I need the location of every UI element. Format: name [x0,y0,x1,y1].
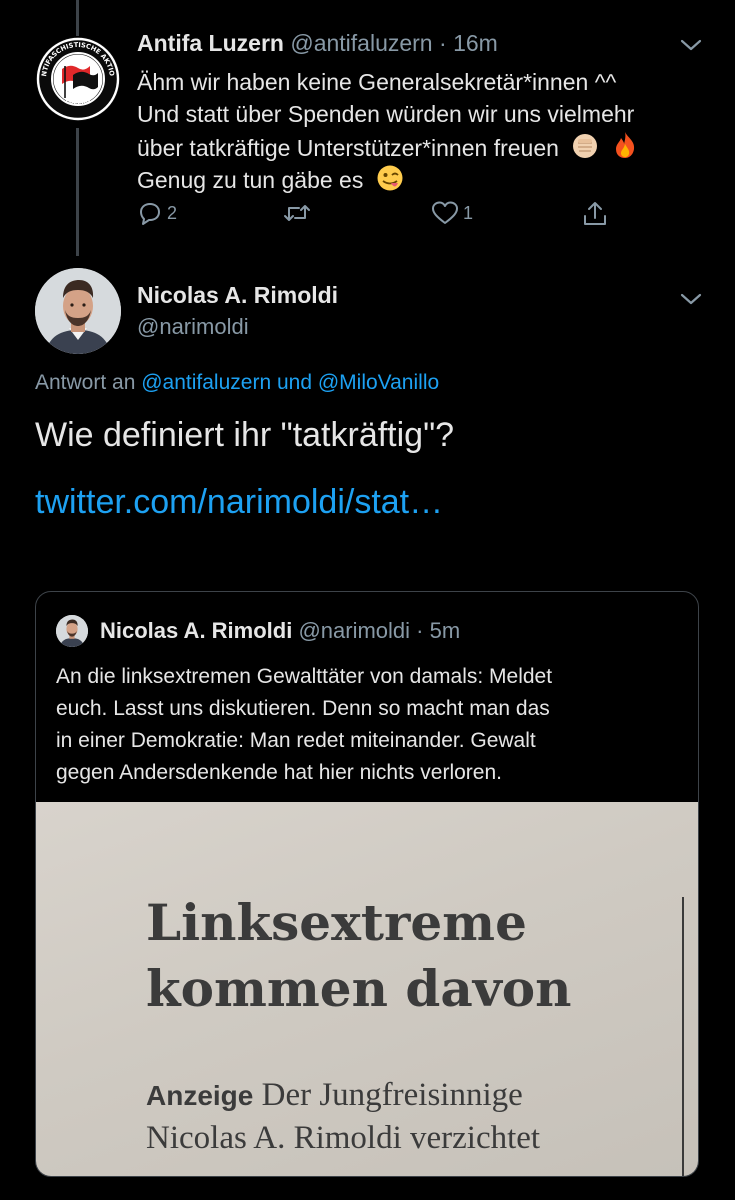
author-handle[interactable]: @narimoldi [137,314,249,340]
fist-emoji [573,134,598,158]
fire-emoji [615,132,634,158]
like-count: 1 [463,202,474,223]
heart-icon [432,201,458,224]
newspaper-clipping-image[interactable]: Linksextreme kommen davon Anzeige Der Ju… [36,802,698,1176]
meta-separator: · [416,618,424,643]
retweet-icon [284,205,310,221]
quote-line: euch. Lasst uns diskutieren. Denn so mac… [56,697,550,720]
reply-count: 2 [167,202,178,223]
tweet-line: Ähm wir haben keine Generalsekretär*inne… [137,69,617,95]
meta-separator: · [439,30,447,56]
headline-line: Linksextreme [146,893,527,952]
tweet-time[interactable]: 16m [453,30,498,56]
newspaper-body: Anzeige Der Jungfreisinnige Nicolas A. R… [146,1074,540,1159]
avatar-nicolas-rimoldi-small[interactable] [56,615,88,647]
author-name[interactable]: Antifa Luzern [137,30,284,56]
avatar-nicolas-rimoldi[interactable] [35,268,121,354]
article-line: Der Jungfreisinnige [261,1077,523,1113]
quote-line: An die linksextremen Gewalttäter von dam… [56,665,553,688]
reply-prefix: Antwort an [35,371,136,394]
quoted-tweet-card[interactable]: Nicolas A. Rimoldi @narimoldi · 5m An di… [35,591,699,1177]
author-name[interactable]: Nicolas A. Rimoldi [100,618,292,643]
tweet-actions: 2 1 [137,200,617,230]
like-button[interactable]: 1 [431,200,473,226]
tweet-link[interactable]: twitter.com/narimoldi/stat… [35,483,443,522]
mention-link[interactable]: @MiloVanillo [318,371,439,394]
profile-photo [35,268,121,354]
reply-joiner: und [276,371,313,394]
quote-line: gegen Andersdenkende hat hier nichts ver… [56,761,502,784]
author-handle[interactable]: @antifaluzern [290,30,432,56]
article-line: Nicolas A. Rimoldi verzichtet [146,1120,541,1156]
winking-tongue-emoji [377,165,403,191]
reply-button[interactable]: 2 [137,200,177,226]
quote-line: in einer Demokratie: Man redet miteinand… [56,729,536,752]
quote-text: An die linksextremen Gewalttäter von dam… [56,661,686,789]
antifa-logo-icon: ANTIFASCHISTISCHE AKTION LUZERN [35,36,120,121]
tweet-line: über tatkräftige Unterstützer*innen freu… [137,135,559,161]
retweet-button[interactable] [283,200,315,226]
newspaper-headline: Linksextreme kommen davon [146,890,572,1022]
profile-photo [56,615,88,647]
reply-icon [140,203,160,225]
tweet-text: Ähm wir haben keine Generalsekretär*inne… [137,66,717,196]
reply-context: Antwort an @antifaluzern und @MiloVanill… [35,371,439,395]
tweet-line: Und statt über Spenden würden wir uns vi… [137,101,635,127]
headline-line: kommen davon [146,959,572,1018]
quote-header: Nicolas A. Rimoldi @narimoldi · 5m [100,618,460,644]
tweet-line-with-emoji: Genug zu tun gäbe es [137,164,717,196]
mention-link[interactable]: @antifaluzern [141,371,271,394]
avatar-antifa-luzern[interactable]: ANTIFASCHISTISCHE AKTION LUZERN [35,36,121,122]
share-button[interactable] [582,200,608,228]
chevron-down-icon[interactable] [680,38,702,52]
chevron-down-icon[interactable] [680,292,702,306]
author-handle[interactable]: @narimoldi [298,618,410,643]
tweet-text: Wie definiert ihr "tatkräftig"? [35,416,455,454]
tweet-line: Genug zu tun gäbe es [137,167,364,193]
tweet-header: Antifa Luzern @antifaluzern · 16m [137,30,498,57]
author-name[interactable]: Nicolas A. Rimoldi [137,282,338,309]
column-rule [682,897,684,1176]
article-keyword: Anzeige [146,1080,254,1111]
tweet-time[interactable]: 5m [430,618,461,643]
tweet-line-with-emoji: über tatkräftige Unterstützer*innen freu… [137,130,717,164]
share-icon [584,202,606,225]
tweet-antifa-luzern[interactable]: ANTIFASCHISTISCHE AKTION LUZERN Antifa L… [0,0,735,260]
